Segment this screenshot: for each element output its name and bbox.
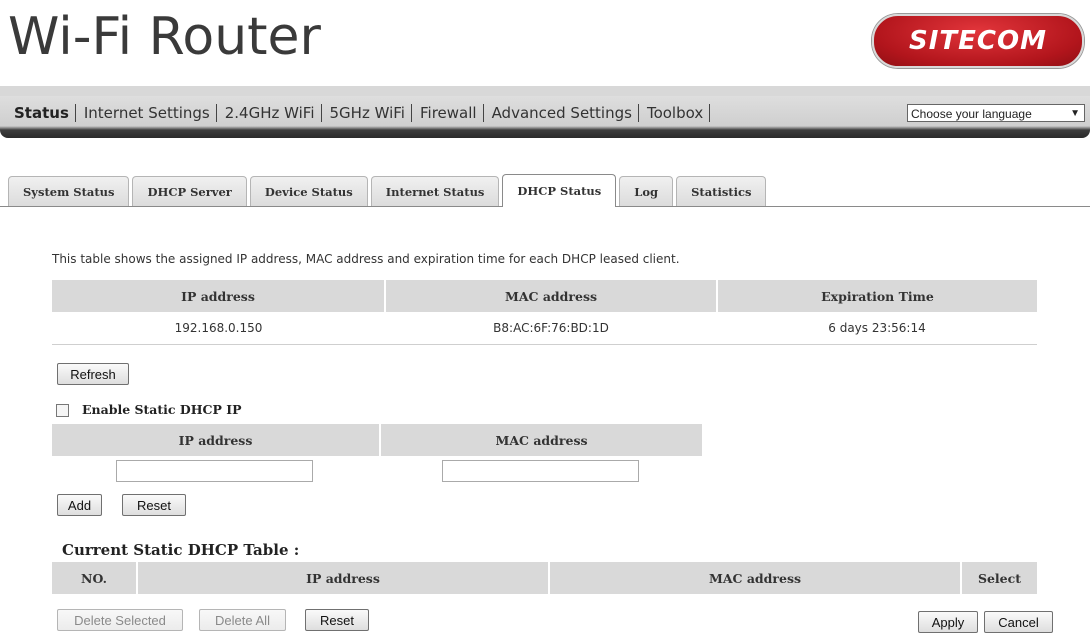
static-col-ip: IP address [52, 424, 381, 456]
lease-table: IP address MAC address Expiration Time 1… [52, 280, 1037, 345]
add-button[interactable]: Add [57, 494, 102, 516]
reset-table-button[interactable]: Reset [305, 609, 369, 631]
delete-selected-button[interactable]: Delete Selected [57, 609, 183, 631]
lease-expiration: 6 days 23:56:14 [717, 312, 1037, 345]
page-description: This table shows the assigned IP address… [52, 252, 680, 266]
reset-static-button[interactable]: Reset [122, 494, 186, 516]
lease-ip: 192.168.0.150 [52, 312, 385, 345]
language-select[interactable]: Choose your language ▼ [907, 104, 1085, 122]
tab-internet-status[interactable]: Internet Status [370, 176, 500, 206]
refresh-button[interactable]: Refresh [57, 363, 129, 385]
tab-bar: System Status DHCP Server Device Status … [8, 174, 769, 207]
tab-statistics[interactable]: Statistics [676, 176, 767, 206]
tab-system-status[interactable]: System Status [8, 176, 130, 206]
apply-button[interactable]: Apply [918, 611, 978, 633]
static-ip-input[interactable] [116, 460, 313, 482]
current-col-no: NO. [52, 562, 138, 594]
current-static-table: NO. IP address MAC address Select [52, 562, 1037, 594]
nav-24ghz-wifi[interactable]: 2.4GHz WiFi [217, 104, 322, 122]
lease-col-expiration: Expiration Time [717, 280, 1037, 312]
static-entry-table: IP address MAC address [52, 424, 702, 456]
nav-internet-settings[interactable]: Internet Settings [76, 104, 217, 122]
enable-static-dhcp-checkbox[interactable] [56, 404, 69, 417]
table-row: 192.168.0.150 B8:AC:6F:76:BD:1D 6 days 2… [52, 312, 1037, 345]
current-col-mac: MAC address [549, 562, 962, 594]
enable-static-dhcp-label: Enable Static DHCP IP [82, 402, 242, 417]
language-select-value: Choose your language [911, 107, 1032, 121]
nav-advanced-settings[interactable]: Advanced Settings [484, 104, 639, 122]
app-title: Wi-Fi Router [8, 7, 321, 67]
chevron-down-icon: ▼ [1070, 108, 1080, 119]
static-col-mac: MAC address [380, 424, 702, 456]
current-static-table-title: Current Static DHCP Table : [62, 541, 300, 559]
nav-toolbox[interactable]: Toolbox [639, 104, 711, 122]
nav-firewall[interactable]: Firewall [412, 104, 484, 122]
lease-col-mac: MAC address [385, 280, 718, 312]
sitecom-logo: SITECOM [872, 14, 1084, 68]
delete-all-button[interactable]: Delete All [199, 609, 286, 631]
lease-col-ip: IP address [52, 280, 386, 312]
current-col-select: Select [961, 562, 1037, 594]
static-mac-input[interactable] [442, 460, 639, 482]
logo-text: SITECOM [909, 26, 1047, 56]
tab-log[interactable]: Log [619, 176, 674, 206]
current-col-ip: IP address [137, 562, 550, 594]
cancel-button[interactable]: Cancel [984, 611, 1053, 633]
tab-dhcp-server[interactable]: DHCP Server [132, 176, 247, 206]
nav-status[interactable]: Status [0, 104, 76, 122]
tab-dhcp-status[interactable]: DHCP Status [502, 174, 617, 207]
lease-mac: B8:AC:6F:76:BD:1D [385, 312, 717, 345]
nav-5ghz-wifi[interactable]: 5GHz WiFi [322, 104, 412, 122]
tab-device-status[interactable]: Device Status [249, 176, 368, 206]
